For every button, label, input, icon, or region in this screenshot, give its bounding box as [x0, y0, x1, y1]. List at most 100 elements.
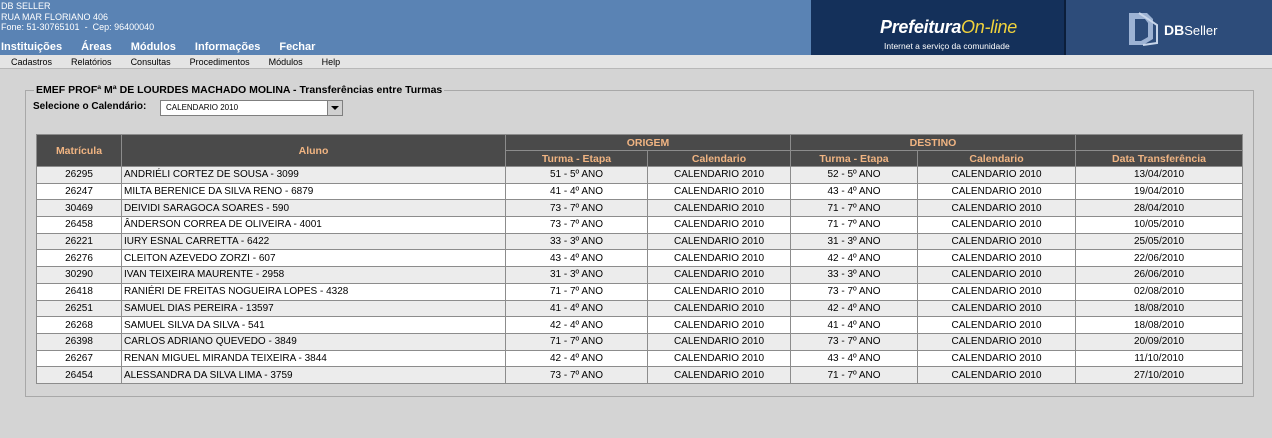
cell-origem-calendario: CALENDARIO 2010: [647, 316, 791, 334]
table-row: 26454 ALESSANDRA DA SILVA LIMA - 3759 73 -…: [36, 366, 1243, 384]
submenu-modulos[interactable]: Módulos: [269, 55, 303, 68]
cell-matricula: 26221: [36, 232, 122, 251]
submenu-procedimentos[interactable]: Procedimentos: [190, 55, 250, 68]
cell-origem-calendario: CALENDARIO 2010: [647, 182, 791, 201]
cell-aluno: SAMUEL DIAS PEREIRA - 13597: [121, 299, 506, 318]
submenu-consultas[interactable]: Consultas: [131, 55, 171, 68]
calendar-dropdown-button[interactable]: [327, 101, 342, 115]
table-row: 26267 RENAN MIGUEL MIRANDA TEIXEIRA - 384…: [36, 349, 1243, 368]
cell-matricula: 26458: [36, 216, 122, 234]
submenu-help[interactable]: Help: [322, 55, 341, 68]
cell-destino-calendario: CALENDARIO 2010: [917, 366, 1076, 384]
cell-origem-turma: 73 - 7º ANO: [505, 199, 648, 218]
company-address: RUA MAR FLORIANO 406: [1, 11, 109, 22]
prefeitura-logo-main: Prefeitura: [880, 17, 962, 37]
cell-origem-turma: 51 - 5º ANO: [505, 166, 648, 184]
cell-aluno: DEIVIDI SARAGOCA SOARES - 590: [121, 199, 506, 218]
cell-data-transferencia: 22/06/2010: [1075, 249, 1243, 268]
header-origem-turma: Turma - Etapa: [505, 150, 648, 167]
cell-matricula: 26267: [36, 349, 122, 368]
cell-origem-turma: 41 - 4º ANO: [505, 182, 648, 201]
cell-data-transferencia: 11/10/2010: [1075, 349, 1243, 368]
submenu-cadastros[interactable]: Cadastros: [11, 55, 52, 68]
header-empty: [1075, 134, 1243, 151]
cell-aluno: ALESSANDRA DA SILVA LIMA - 3759: [121, 366, 506, 384]
cell-origem-turma: 42 - 4º ANO: [505, 316, 648, 334]
cell-matricula: 26418: [36, 282, 122, 301]
calendar-select-value: CALENDARIO 2010: [166, 103, 239, 112]
sub-menu: Cadastros Relatórios Consultas Procedime…: [0, 55, 1272, 69]
cell-origem-turma: 71 - 7º ANO: [505, 332, 648, 351]
submenu-relatorios[interactable]: Relatórios: [71, 55, 112, 68]
cell-aluno: MILTA BERENICE DA SILVA RENO - 6879: [121, 182, 506, 201]
table-row: 26268 SAMUEL SILVA DA SILVA - 541 42 - 4º …: [36, 316, 1243, 334]
menu-modulos[interactable]: Módulos: [131, 41, 176, 54]
menu-instituicoes[interactable]: Instituições: [1, 41, 62, 54]
header-origem-calendario: Calendario: [647, 150, 791, 167]
cell-origem-turma: 73 - 7º ANO: [505, 366, 648, 384]
cell-destino-calendario: CALENDARIO 2010: [917, 249, 1076, 268]
cell-destino-turma: 73 - 7º ANO: [790, 282, 918, 301]
cell-data-transferencia: 28/04/2010: [1075, 199, 1243, 218]
header-aluno: Aluno: [121, 134, 506, 167]
company-info: DB SELLER RUA MAR FLORIANO 406 Fone: 51-…: [1, 1, 154, 33]
header-matricula: Matrícula: [36, 134, 122, 167]
dbseller-logo: DBSeller: [1064, 0, 1272, 55]
cell-data-transferencia: 18/08/2010: [1075, 316, 1243, 334]
cell-data-transferencia: 19/04/2010: [1075, 182, 1243, 201]
cell-data-transferencia: 25/05/2010: [1075, 232, 1243, 251]
cell-destino-turma: 33 - 3º ANO: [790, 266, 918, 284]
cell-destino-calendario: CALENDARIO 2010: [917, 316, 1076, 334]
menu-areas[interactable]: Áreas: [81, 41, 112, 54]
header-destino: DESTINO: [790, 134, 1076, 151]
dbseller-logo-seller: Seller: [1184, 23, 1218, 38]
transfers-table: Matrícula Aluno ORIGEM DESTINO Turma - E…: [36, 134, 1243, 384]
transfers-table-body: 26295 ANDRIÉLI CORTEZ DE SOUSA - 3099 51 -…: [36, 166, 1243, 384]
cell-matricula: 26268: [36, 316, 122, 334]
cell-destino-calendario: CALENDARIO 2010: [917, 299, 1076, 318]
table-row: 30290 IVAN TEIXEIRA MAURENTE - 2958 31 - 3…: [36, 266, 1243, 284]
cell-matricula: 30290: [36, 266, 122, 284]
dbseller-logo-db: DB: [1164, 22, 1185, 38]
cell-origem-turma: 73 - 7º ANO: [505, 216, 648, 234]
calendar-label: Selecione o Calendário:: [33, 101, 147, 112]
dbseller-mark-icon: [1129, 12, 1158, 46]
table-row: 26295 ANDRIÉLI CORTEZ DE SOUSA - 3099 51 -…: [36, 166, 1243, 184]
cell-aluno: RENAN MIGUEL MIRANDA TEIXEIRA - 3844: [121, 349, 506, 368]
header-data-transferencia: Data Transferência: [1075, 150, 1243, 167]
cell-data-transferencia: 20/09/2010: [1075, 332, 1243, 351]
company-phone: Fone: 51-30765101 - Cep: 96400040: [1, 22, 155, 32]
cell-matricula: 26247: [36, 182, 122, 201]
cell-destino-turma: 41 - 4º ANO: [790, 316, 918, 334]
table-row: 30469 DEIVIDI SARAGOCA SOARES - 590 73 - 7…: [36, 199, 1243, 218]
prefeitura-logo-tagline: Internet a serviço da comunidade: [884, 41, 1010, 51]
calendar-select[interactable]: CALENDARIO 2010: [160, 100, 343, 116]
app-header: DB SELLER RUA MAR FLORIANO 406 Fone: 51-…: [0, 0, 1272, 55]
cell-origem-calendario: CALENDARIO 2010: [647, 232, 791, 251]
cell-matricula: 26454: [36, 366, 122, 384]
panel-legend: EMEF PROFª Mª DE LOURDES MACHADO MOLINA …: [34, 84, 445, 96]
cell-destino-turma: 43 - 4º ANO: [790, 349, 918, 368]
cell-destino-turma: 52 - 5º ANO: [790, 166, 918, 184]
cell-data-transferencia: 13/04/2010: [1075, 166, 1243, 184]
table-row: 26418 RANIÉRI DE FREITAS NOGUEIRA LOPES -…: [36, 282, 1243, 301]
cell-origem-calendario: CALENDARIO 2010: [647, 199, 791, 218]
cell-data-transferencia: 18/08/2010: [1075, 299, 1243, 318]
cell-origem-turma: 31 - 3º ANO: [505, 266, 648, 284]
cell-destino-turma: 42 - 4º ANO: [790, 249, 918, 268]
cell-destino-turma: 73 - 7º ANO: [790, 332, 918, 351]
menu-informacoes[interactable]: Informações: [195, 41, 260, 54]
menu-fechar[interactable]: Fechar: [279, 41, 315, 54]
cell-destino-calendario: CALENDARIO 2010: [917, 216, 1076, 234]
table-row: 26458 ÂNDERSON CORREA DE OLIVEIRA - 4001 7…: [36, 216, 1243, 234]
main-menu: Instituições Áreas Módulos Informações F…: [1, 41, 334, 54]
prefeitura-logo-accent: On-line: [961, 17, 1017, 37]
cell-matricula: 26295: [36, 166, 122, 184]
cell-destino-calendario: CALENDARIO 2010: [917, 166, 1076, 184]
cell-destino-turma: 31 - 3º ANO: [790, 232, 918, 251]
cell-origem-calendario: CALENDARIO 2010: [647, 166, 791, 184]
cell-destino-turma: 71 - 7º ANO: [790, 216, 918, 234]
cell-origem-calendario: CALENDARIO 2010: [647, 249, 791, 268]
cell-aluno: CARLOS ADRIANO QUEVEDO - 3849: [121, 332, 506, 351]
cell-matricula: 30469: [36, 199, 122, 218]
